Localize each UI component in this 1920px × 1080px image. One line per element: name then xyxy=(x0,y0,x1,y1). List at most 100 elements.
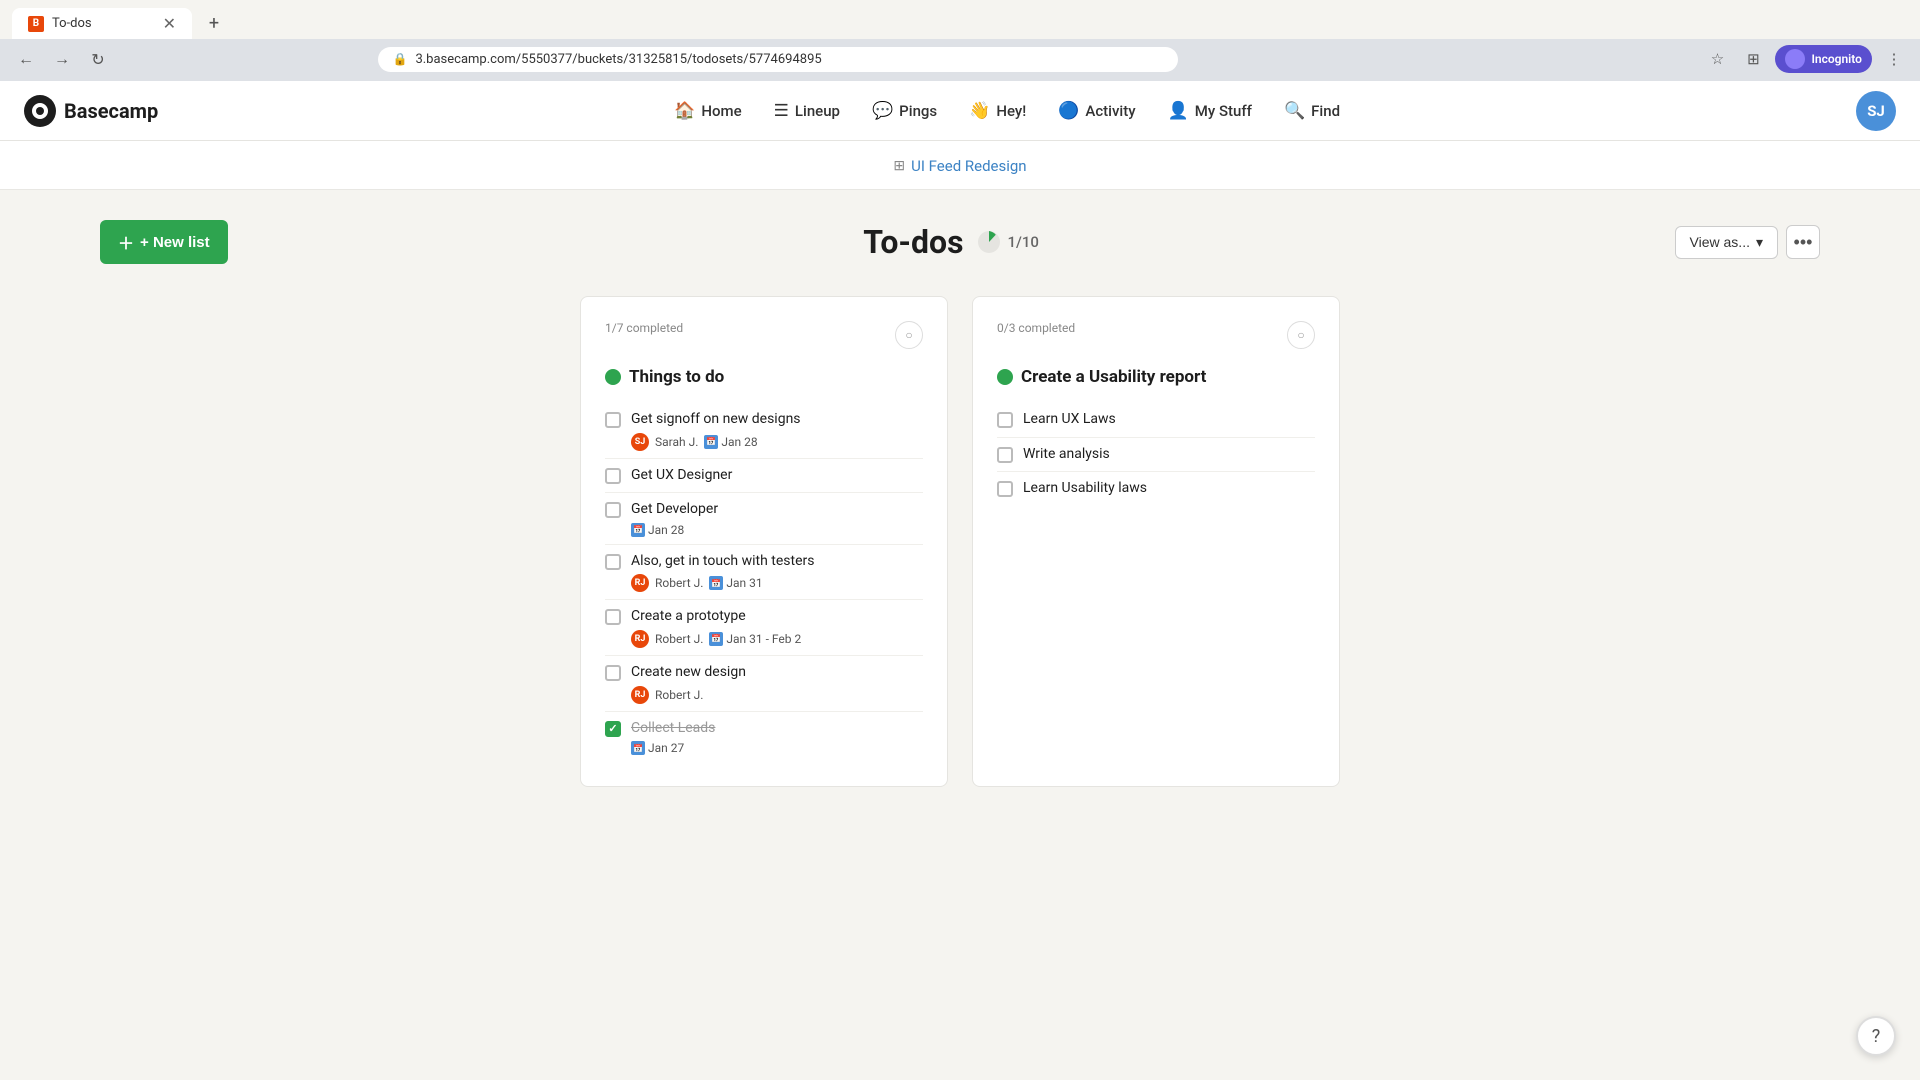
forward-button[interactable]: → xyxy=(48,45,76,73)
list-item: Collect Leads 📅 Jan 27 xyxy=(605,712,923,763)
todo-text-t2: Get UX Designer xyxy=(631,466,923,486)
lineup-icon: ☰ xyxy=(774,101,789,121)
todo-meta-t4: RJ Robert J. 📅 Jan 31 xyxy=(631,574,923,592)
logo[interactable]: Basecamp xyxy=(24,95,158,127)
todo-content-t3: Get Developer 📅 Jan 28 xyxy=(631,500,923,537)
list-card-header-1: 1/7 completed ○ xyxy=(605,321,923,349)
sidebar-item-home[interactable]: 🏠 Home xyxy=(660,93,755,129)
list-card-usability-report: 0/3 completed ○ Create a Usability repor… xyxy=(972,296,1340,787)
nav-label-lineup: Lineup xyxy=(795,102,840,120)
sidebar-item-mystuff[interactable]: 👤 My Stuff xyxy=(1154,93,1266,129)
nav-label-activity: Activity xyxy=(1085,102,1135,120)
list1-title-row: Things to do xyxy=(605,367,923,387)
bookmark-button[interactable]: ☆ xyxy=(1703,45,1731,73)
date-badge-t3: 📅 Jan 28 xyxy=(631,523,684,537)
todo-text-t7: Collect Leads xyxy=(631,719,923,739)
sidebar-item-pings[interactable]: 💬 Pings xyxy=(858,93,951,129)
todo-checkbox-t5[interactable] xyxy=(605,609,621,625)
logo-icon xyxy=(24,95,56,127)
todo-content-t4: Also, get in touch with testers RJ Rober… xyxy=(631,552,923,593)
home-icon: 🏠 xyxy=(674,101,695,121)
sidebar-item-find[interactable]: 🔍 Find xyxy=(1270,93,1354,129)
todo-content-t6: Create new design RJ Robert J. xyxy=(631,663,923,704)
help-button[interactable]: ? xyxy=(1856,1016,1896,1056)
nav-label-hey: Hey! xyxy=(996,102,1026,120)
todo-content-t5: Create a prototype RJ Robert J. 📅 Jan 31… xyxy=(631,607,923,648)
todo-checkbox-u1[interactable] xyxy=(997,412,1013,428)
new-tab-button[interactable]: + xyxy=(200,10,228,38)
list-item: Get signoff on new designs SJ Sarah J. 📅… xyxy=(605,403,923,459)
logo-text: Basecamp xyxy=(64,99,158,123)
todo-checkbox-u2[interactable] xyxy=(997,447,1013,463)
todo-text-u3: Learn Usability laws xyxy=(1023,479,1315,499)
url-text: 3.basecamp.com/5550377/buckets/31325815/… xyxy=(415,52,1164,67)
app-container: Basecamp 🏠 Home ☰ Lineup 💬 Pings 👋 Hey! … xyxy=(0,81,1920,1073)
extensions-button[interactable]: ⊞ xyxy=(1739,45,1767,73)
todo-checkbox-t6[interactable] xyxy=(605,665,621,681)
list-item: Learn Usability laws xyxy=(997,472,1315,506)
list-item: Create a prototype RJ Robert J. 📅 Jan 31… xyxy=(605,600,923,656)
page-title: To-dos xyxy=(863,223,963,261)
list-item: Learn UX Laws xyxy=(997,403,1315,438)
todo-text-t1: Get signoff on new designs xyxy=(631,410,923,430)
todo-text-t3: Get Developer xyxy=(631,500,923,520)
todo-checkbox-t1[interactable] xyxy=(605,412,621,428)
new-list-plus-icon: ＋ xyxy=(118,230,134,254)
todo-checkbox-t7[interactable] xyxy=(605,721,621,737)
lock-icon: 🔒 xyxy=(392,52,407,66)
back-button[interactable]: ← xyxy=(12,45,40,73)
tab-favicon: B xyxy=(28,16,44,32)
browser-chrome: B To-dos ✕ + ← → ↻ 🔒 3.basecamp.com/5550… xyxy=(0,0,1920,81)
todo-checkbox-u3[interactable] xyxy=(997,481,1013,497)
mystuff-icon: 👤 xyxy=(1168,101,1189,121)
calendar-icon-t3: 📅 xyxy=(631,523,645,537)
list-item: Create new design RJ Robert J. xyxy=(605,656,923,712)
date-badge-t5: 📅 Jan 31 - Feb 2 xyxy=(709,632,801,646)
todo-content-t2: Get UX Designer xyxy=(631,466,923,486)
sidebar-item-hey[interactable]: 👋 Hey! xyxy=(955,93,1040,129)
tab-close-button[interactable]: ✕ xyxy=(163,14,176,33)
progress-text: 1/10 xyxy=(1008,233,1039,251)
sidebar-item-activity[interactable]: 🔵 Activity xyxy=(1044,93,1149,129)
breadcrumb-project-name: UI Feed Redesign xyxy=(911,157,1026,175)
profile-icon xyxy=(1785,49,1805,69)
list1-title: Things to do xyxy=(629,367,724,387)
todo-checkbox-t3[interactable] xyxy=(605,502,621,518)
profile-label: Incognito xyxy=(1811,52,1862,66)
list1-options-button[interactable]: ○ xyxy=(895,321,923,349)
lists-grid: 1/7 completed ○ Things to do Get signoff… xyxy=(580,296,1340,787)
todo-meta-t3: 📅 Jan 28 xyxy=(631,523,923,537)
breadcrumb-link[interactable]: ⊞ UI Feed Redesign xyxy=(893,157,1026,175)
more-options-button[interactable]: ••• xyxy=(1786,225,1820,259)
profile-button[interactable]: Incognito xyxy=(1775,45,1872,73)
sidebar-item-lineup[interactable]: ☰ Lineup xyxy=(760,93,854,129)
list-card-header-2: 0/3 completed ○ xyxy=(997,321,1315,349)
date-text-t5: Jan 31 - Feb 2 xyxy=(726,632,801,646)
view-as-button[interactable]: View as... ▾ xyxy=(1675,226,1778,259)
todo-checkbox-t4[interactable] xyxy=(605,554,621,570)
list2-title: Create a Usability report xyxy=(1021,367,1206,387)
breadcrumb: ⊞ UI Feed Redesign xyxy=(0,141,1920,190)
list-item: Write analysis xyxy=(997,438,1315,473)
user-avatar[interactable]: SJ xyxy=(1856,91,1896,131)
list2-options-button[interactable]: ○ xyxy=(1287,321,1315,349)
page-header: ＋ + New list To-dos 1/10 View as... ▾ xyxy=(100,220,1820,264)
address-bar[interactable]: 🔒 3.basecamp.com/5550377/buckets/3132581… xyxy=(378,47,1178,72)
refresh-button[interactable]: ↻ xyxy=(84,45,112,73)
progress-indicator: 1/10 xyxy=(976,229,1039,255)
nav-label-find: Find xyxy=(1311,102,1340,120)
hey-icon: 👋 xyxy=(969,101,990,121)
browser-tab[interactable]: B To-dos ✕ xyxy=(12,8,192,39)
progress-chart xyxy=(976,229,1002,255)
todo-checkbox-t2[interactable] xyxy=(605,468,621,484)
date-text-t4: Jan 31 xyxy=(726,576,762,590)
list2-title-row: Create a Usability report xyxy=(997,367,1315,387)
todo-content-t7: Collect Leads 📅 Jan 27 xyxy=(631,719,923,756)
list2-status-dot xyxy=(997,369,1013,385)
todo-meta-t1: SJ Sarah J. 📅 Jan 28 xyxy=(631,433,923,451)
browser-more-button[interactable]: ⋮ xyxy=(1880,45,1908,73)
assignee-name-t5: Robert J. xyxy=(655,632,703,646)
todo-content-u1: Learn UX Laws xyxy=(1023,410,1315,430)
new-list-button[interactable]: ＋ + New list xyxy=(100,220,228,264)
list-item: Get Developer 📅 Jan 28 xyxy=(605,493,923,545)
